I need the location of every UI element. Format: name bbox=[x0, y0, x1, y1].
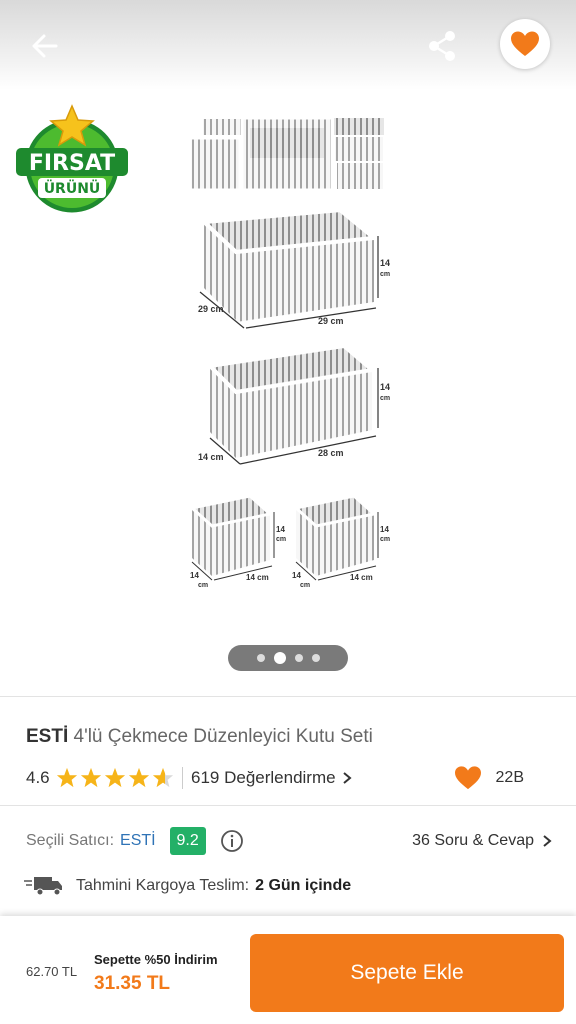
star-half-icon bbox=[152, 767, 174, 788]
svg-text:cm: cm bbox=[198, 582, 208, 589]
heart-icon bbox=[511, 31, 539, 56]
svg-text:14: 14 bbox=[380, 258, 390, 268]
info-icon[interactable] bbox=[220, 829, 244, 853]
favorite-button[interactable] bbox=[500, 19, 550, 69]
svg-text:cm: cm bbox=[380, 536, 390, 543]
seller-name-link[interactable]: ESTİ bbox=[120, 832, 156, 850]
product-title: ESTİ 4'lü Çekmece Düzenleyici Kutu Seti bbox=[26, 726, 373, 748]
share-icon bbox=[429, 31, 455, 61]
star-icon bbox=[80, 767, 102, 788]
product-name: 4'lü Çekmece Düzenleyici Kutu Seti bbox=[73, 726, 373, 747]
seller-label: Seçili Satıcı: bbox=[26, 832, 115, 849]
chevron-right-icon bbox=[342, 772, 352, 784]
discounted-price: 31.35 TL bbox=[94, 973, 171, 994]
box-small-2: 14 cm 14 cm 14 cm bbox=[292, 494, 390, 589]
pagination-dot-active[interactable] bbox=[273, 652, 286, 664]
back-button[interactable] bbox=[22, 26, 66, 66]
gallery-pagination[interactable] bbox=[228, 645, 348, 671]
heart-icon bbox=[454, 766, 481, 790]
pagination-dot[interactable] bbox=[294, 654, 303, 662]
bottom-bar: 62.70 TL Sepette %50 İndirim 31.35 TL Se… bbox=[0, 916, 576, 1024]
box-set-top bbox=[188, 116, 385, 192]
rating-row: 4.6 619 Değerlendirme 22B bbox=[26, 764, 556, 792]
truck-icon bbox=[24, 877, 62, 896]
svg-text:29 cm: 29 cm bbox=[318, 316, 344, 326]
shipping-row: Tahmini Kargoya Teslim: 2 Gün içinde bbox=[24, 872, 351, 900]
product-image: 29 cm 29 cm 14 cm 14 cm 28 cm 14 cm 14 c… bbox=[188, 116, 390, 589]
rating-value: 4.6 bbox=[26, 768, 50, 787]
svg-text:14 cm: 14 cm bbox=[350, 573, 373, 582]
star-icon bbox=[128, 767, 150, 788]
add-to-cart-button[interactable]: Sepete Ekle bbox=[250, 934, 564, 1012]
chevron-right-icon bbox=[543, 835, 552, 847]
divider bbox=[0, 805, 576, 806]
seller-score-badge: 9.2 bbox=[169, 827, 206, 855]
old-price: 62.70 TL bbox=[26, 964, 78, 979]
svg-text:cm: cm bbox=[380, 395, 390, 402]
reviews-count: 619 Değerlendirme bbox=[191, 768, 336, 787]
star-icon bbox=[104, 767, 126, 788]
svg-text:cm: cm bbox=[380, 271, 390, 278]
shipping-value: 2 Gün içinde bbox=[255, 877, 352, 894]
svg-text:14: 14 bbox=[380, 525, 389, 534]
svg-text:cm: cm bbox=[276, 536, 286, 543]
svg-text:29 cm: 29 cm bbox=[198, 304, 224, 314]
svg-text:14: 14 bbox=[190, 571, 199, 580]
box-small-1: 14 cm 14 cm 14 cm bbox=[190, 494, 286, 589]
svg-text:cm: cm bbox=[300, 582, 310, 589]
svg-text:14 cm: 14 cm bbox=[246, 573, 269, 582]
pagination-dot[interactable] bbox=[311, 654, 320, 662]
svg-text:14: 14 bbox=[276, 525, 285, 534]
rating-stars bbox=[56, 767, 174, 789]
star-icon bbox=[56, 767, 78, 788]
product-brand[interactable]: ESTİ bbox=[26, 726, 68, 747]
likes-count: 22B bbox=[495, 769, 524, 786]
likes[interactable]: 22B bbox=[454, 764, 524, 792]
arrow-left-icon bbox=[32, 34, 58, 58]
seller-row: Seçili Satıcı: ESTİ 9.2 36 Soru & Cevap bbox=[26, 826, 556, 856]
qa-label: 36 Soru & Cevap bbox=[412, 832, 534, 849]
top-bar bbox=[0, 0, 576, 90]
pagination-dot[interactable] bbox=[256, 654, 265, 662]
product-image-gallery[interactable]: FIRSAT ÜRÜNÜ 29 cm 29 cm 14 cm 14 cm 28 … bbox=[0, 90, 576, 696]
svg-text:28 cm: 28 cm bbox=[318, 448, 344, 458]
promo-text: Sepette %50 İndirim bbox=[94, 952, 218, 967]
svg-text:14: 14 bbox=[292, 571, 301, 580]
svg-text:14 cm: 14 cm bbox=[198, 452, 224, 462]
share-button[interactable] bbox=[420, 26, 464, 66]
box-long-28: 14 cm 28 cm 14 cm bbox=[198, 343, 390, 465]
questions-answers-link[interactable]: 36 Soru & Cevap bbox=[412, 826, 552, 856]
box-large-29: 29 cm 29 cm 14 cm bbox=[198, 207, 390, 329]
reviews-link[interactable]: 619 Değerlendirme bbox=[191, 768, 352, 788]
divider bbox=[0, 696, 576, 697]
separator bbox=[182, 767, 183, 789]
shipping-label: Tahmini Kargoya Teslim: bbox=[76, 877, 250, 894]
svg-text:14: 14 bbox=[380, 382, 390, 392]
